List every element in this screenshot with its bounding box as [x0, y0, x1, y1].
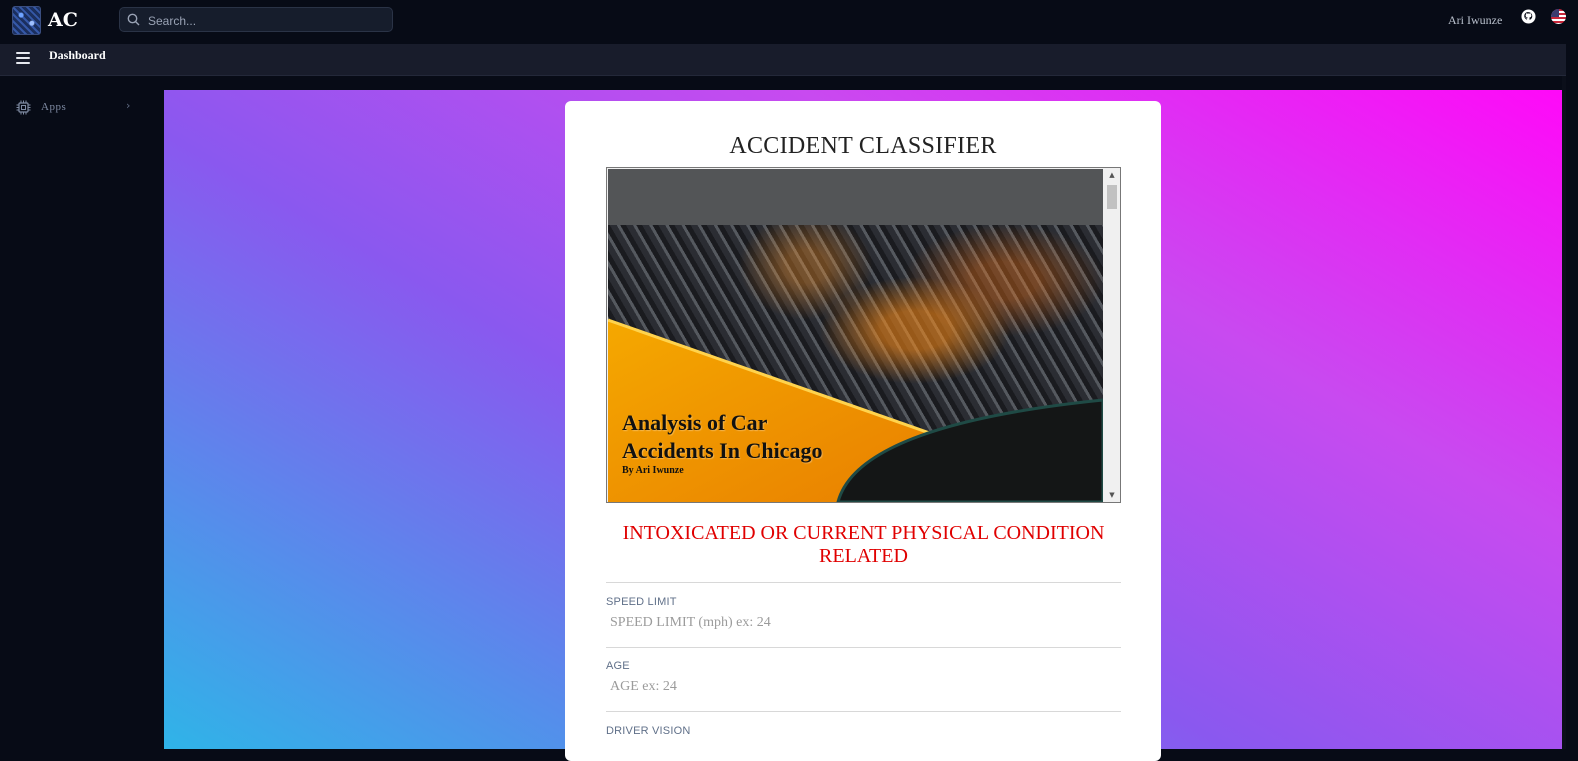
hamburger-menu-icon[interactable] — [16, 52, 30, 64]
us-flag-icon[interactable] — [1551, 9, 1566, 24]
brand-name[interactable]: AC — [48, 9, 78, 31]
chevron-right-icon: › — [126, 99, 131, 112]
sidebar-item-apps[interactable]: Apps › — [0, 96, 150, 120]
logo-image[interactable] — [12, 6, 41, 35]
slide-toolbar — [608, 169, 1103, 225]
scroll-down-icon[interactable]: ▼ — [1104, 488, 1120, 502]
chip-icon — [16, 100, 31, 115]
page-title: ACCIDENT CLASSIFIER — [729, 133, 997, 159]
user-name[interactable]: Ari Iwunze — [1448, 13, 1502, 28]
search-box[interactable] — [119, 7, 393, 32]
divider — [606, 711, 1121, 712]
slide-title: Analysis of Car Accidents In Chicago — [622, 410, 823, 463]
age-input[interactable] — [606, 676, 1121, 698]
breadcrumb-bar: Dashboard — [0, 44, 1566, 76]
scroll-thumb[interactable] — [1107, 185, 1117, 209]
page-scrollbar[interactable] — [1562, 76, 1566, 749]
sidebar-item-label: Apps — [41, 101, 67, 113]
sidebar: Apps › — [0, 76, 164, 749]
speed-limit-input[interactable] — [606, 612, 1121, 634]
divider — [606, 582, 1121, 583]
title-slide: Analysis of Car Accidents In Chicago By … — [608, 225, 1103, 502]
divider — [606, 647, 1121, 648]
slide-byline: By Ari Iwunze — [622, 465, 684, 476]
search-input[interactable] — [146, 10, 390, 32]
embed-scrollbar[interactable]: ▲ ▼ — [1104, 168, 1120, 502]
presentation-embed[interactable]: Analysis of Car Accidents In Chicago By … — [606, 167, 1121, 503]
github-icon[interactable] — [1521, 9, 1536, 24]
main-content: ACCIDENT CLASSIFIER Analysis of Car Acci… — [164, 90, 1562, 761]
breadcrumb[interactable]: Dashboard — [49, 48, 106, 63]
prediction-result: INTOXICATED OR CURRENT PHYSICAL CONDITIO… — [622, 522, 1105, 567]
speed-limit-label: SPEED LIMIT — [606, 596, 677, 608]
scroll-up-icon[interactable]: ▲ — [1104, 168, 1120, 182]
age-label: AGE — [606, 660, 630, 672]
top-navbar: AC Ari Iwunze — [0, 0, 1578, 44]
driver-vision-label: DRIVER VISION — [606, 725, 691, 737]
search-icon — [127, 13, 140, 26]
classifier-card: ACCIDENT CLASSIFIER Analysis of Car Acci… — [565, 101, 1161, 761]
